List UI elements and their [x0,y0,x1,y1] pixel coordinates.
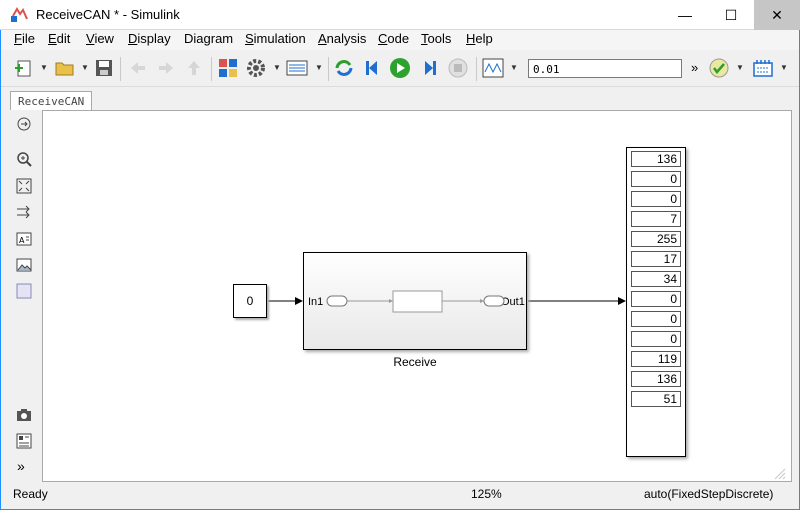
signal-line-subsystem-to-display[interactable] [528,297,626,305]
solver-status[interactable]: auto(FixedStepDiscrete) [644,487,773,501]
display-value-cell: 0 [631,311,681,327]
display-value-cell: 7 [631,211,681,227]
outport-shape [483,295,505,307]
constant-block[interactable]: 0 [233,284,267,318]
display-value-cell: 51 [631,391,681,407]
zoom-level[interactable]: 125% [471,487,502,501]
inner-block-shape [392,290,443,313]
display-value-cell: 0 [631,331,681,347]
display-value-cell: 136 [631,371,681,387]
display-block[interactable]: 136 0 0 7 255 17 34 0 0 0 119 136 51 [626,147,686,457]
display-value-cell: 0 [631,291,681,307]
display-value-cell: 136 [631,151,681,167]
display-value-cell: 255 [631,231,681,247]
display-value-cell: 0 [631,171,681,187]
subsystem-name: Receive [393,355,437,369]
resize-grip-icon[interactable] [772,466,786,480]
status-text: Ready [13,487,48,501]
inport-shape [326,295,348,307]
constant-value: 0 [246,294,254,308]
subsystem-internals [326,290,505,313]
signal-line-constant-to-subsystem[interactable] [268,297,303,305]
display-value-cell: 119 [631,351,681,367]
display-value-cell: 0 [631,191,681,207]
receive-subsystem-block[interactable]: In1 Out1 [303,252,527,350]
display-value-cell: 34 [631,271,681,287]
display-value-cell: 17 [631,251,681,267]
